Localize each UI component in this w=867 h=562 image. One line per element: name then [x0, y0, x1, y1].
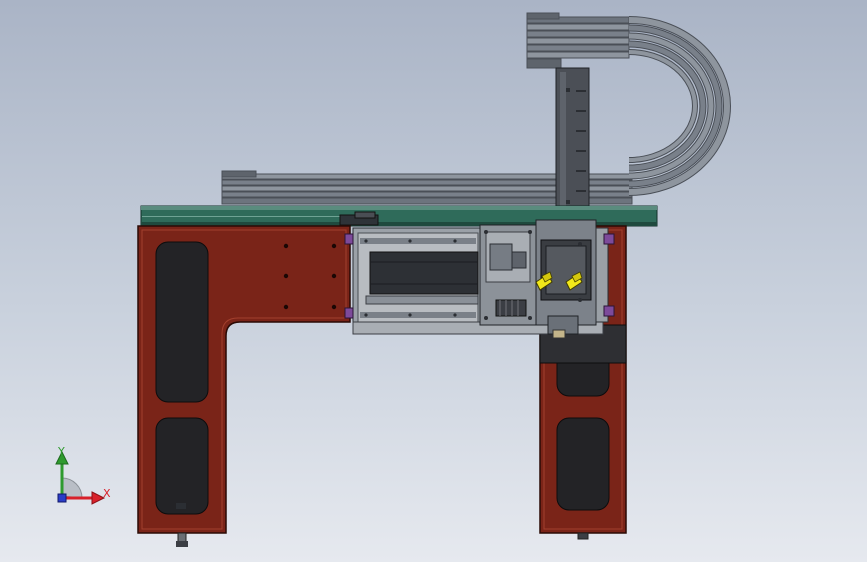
x-axis-label: X	[103, 487, 111, 500]
cable-carrier[interactable]	[221, 12, 731, 205]
cable-upper-run	[526, 12, 630, 69]
cad-viewport[interactable]: Y X	[0, 0, 867, 562]
vertical-column[interactable]	[555, 67, 590, 229]
gripper-carriage[interactable]	[479, 219, 615, 339]
cad-drawing: Y X	[55, 12, 731, 547]
cable-bend	[628, 16, 731, 196]
limit-sensor-purple	[344, 233, 354, 245]
limit-sensor-purple	[344, 307, 354, 319]
coordinate-triad-icon: Y X	[55, 445, 111, 505]
y-axis-label: Y	[57, 445, 65, 458]
z-axis-marker	[57, 493, 67, 503]
leveling-feet	[176, 503, 589, 547]
